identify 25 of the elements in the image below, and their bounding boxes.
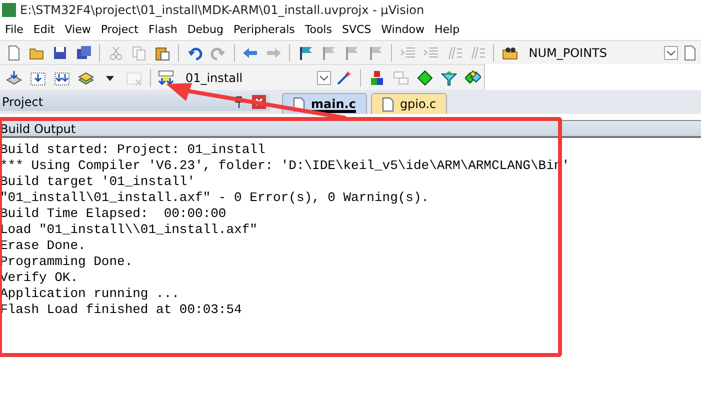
menu-item[interactable]: Window [376, 22, 430, 38]
dropdown-icon[interactable] [664, 46, 678, 60]
window-title: E:\STM32F4\project\01_install\MDK-ARM\01_install.uvprojx - µVision [20, 2, 424, 19]
menu-item[interactable]: Project [96, 22, 144, 38]
file-tab[interactable]: main.c [282, 93, 367, 114]
output-line: Programming Done. [0, 254, 134, 270]
menu-item[interactable]: Debug [182, 22, 228, 38]
pin-icon[interactable] [234, 96, 244, 108]
menu-item[interactable]: Edit [28, 22, 60, 38]
menu-item[interactable]: Tools [300, 22, 337, 38]
menu-item[interactable]: View [60, 22, 96, 38]
menu-item[interactable]: Peripherals [228, 22, 300, 38]
file-tab[interactable]: gpio.c [370, 93, 448, 114]
panel-title: Project [2, 94, 44, 111]
output-line: Verify OK. [0, 270, 80, 286]
menu-item[interactable]: Flash [143, 22, 182, 38]
file-icon [382, 96, 394, 112]
menu-item[interactable]: File [0, 22, 28, 38]
output-line: Application running ... [0, 286, 180, 302]
dropdown-icon[interactable] [317, 70, 332, 84]
app-icon [2, 3, 16, 17]
output-line: "01_install\01_install.axf" - 0 Error(s), 0 Warning(s). [0, 190, 430, 206]
search-combo[interactable]: NUM_POINTS [528, 44, 664, 62]
menu-item[interactable]: Help [430, 22, 465, 38]
menu-item[interactable]: SVCS [336, 22, 376, 38]
